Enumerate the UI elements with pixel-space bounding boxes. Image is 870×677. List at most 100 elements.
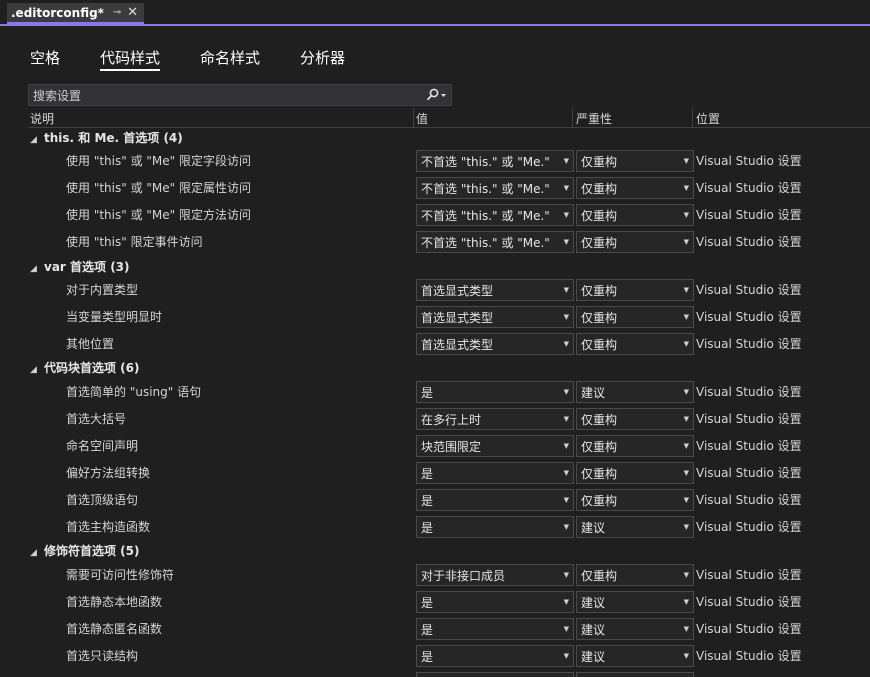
dropdown-arrow-icon: ▼ bbox=[563, 286, 569, 294]
severity-dropdown[interactable]: 建议 ▼ bbox=[576, 645, 694, 667]
severity-dropdown[interactable]: 仅重构 ▼ bbox=[576, 333, 694, 355]
tab-code-style[interactable]: 代码样式 bbox=[100, 48, 161, 71]
value-dropdown[interactable]: 首选显式类型 ▼ bbox=[416, 306, 574, 328]
value-dropdown[interactable]: 对于非接口成员 ▼ bbox=[416, 564, 574, 586]
value-dropdown[interactable]: 是 ▼ bbox=[416, 618, 574, 640]
severity-dropdown[interactable]: 仅重构 ▼ bbox=[576, 306, 694, 328]
value-dropdown[interactable]: 块范围限定 ▼ bbox=[416, 435, 574, 457]
severity-dropdown-text: 仅重构 bbox=[581, 310, 618, 325]
location-text: Visual Studio 设置 bbox=[696, 283, 802, 297]
dropdown-arrow-icon: ▼ bbox=[563, 157, 569, 165]
search-icon[interactable] bbox=[425, 88, 447, 102]
column-header-location[interactable]: 位置 bbox=[696, 110, 720, 128]
search-input[interactable]: 搜索设置 bbox=[28, 84, 452, 106]
tab-naming-style[interactable]: 命名样式 bbox=[200, 48, 260, 68]
setting-description: 首选静态本地函数 bbox=[66, 595, 163, 609]
value-dropdown-text: 是 bbox=[421, 595, 434, 610]
collapse-triangle-icon[interactable]: ◢ bbox=[30, 259, 44, 279]
column-divider[interactable] bbox=[572, 108, 573, 128]
value-dropdown[interactable]: 不首选 "this." 或 "Me." ▼ bbox=[416, 231, 574, 253]
value-dropdown-text: 是 bbox=[421, 520, 434, 535]
severity-dropdown[interactable]: 仅重构 ▼ bbox=[576, 177, 694, 199]
tab-accent-line bbox=[0, 24, 870, 26]
severity-dropdown[interactable]: 仅重构 ▼ bbox=[576, 462, 694, 484]
setting-description: 偏好方法组转换 bbox=[66, 466, 151, 480]
value-dropdown[interactable]: 是 ▼ bbox=[416, 462, 574, 484]
location-text: Visual Studio 设置 bbox=[696, 412, 802, 426]
group-header[interactable]: ◢ var 首选项 (3) bbox=[30, 257, 130, 277]
setting-description: 首选大括号 bbox=[66, 412, 127, 426]
value-dropdown[interactable]: 在多行上时 ▼ bbox=[416, 408, 574, 430]
severity-dropdown[interactable]: 仅重构 ▼ bbox=[576, 564, 694, 586]
severity-dropdown-partial[interactable] bbox=[576, 672, 694, 677]
value-dropdown-text: 不首选 "this." 或 "Me." bbox=[421, 235, 550, 250]
collapse-triangle-icon[interactable]: ◢ bbox=[30, 360, 44, 380]
dropdown-arrow-icon: ▼ bbox=[563, 340, 569, 348]
location-text: Visual Studio 设置 bbox=[696, 235, 802, 249]
severity-dropdown-text: 仅重构 bbox=[581, 283, 618, 298]
dropdown-arrow-icon: ▼ bbox=[563, 652, 569, 660]
severity-dropdown[interactable]: 仅重构 ▼ bbox=[576, 204, 694, 226]
location-text: Visual Studio 设置 bbox=[696, 595, 802, 609]
group-title: 代码块首选项 (6) bbox=[44, 361, 140, 375]
dropdown-arrow-icon: ▼ bbox=[563, 496, 569, 504]
dropdown-arrow-icon: ▼ bbox=[563, 313, 569, 321]
group-title: this. 和 Me. 首选项 (4) bbox=[44, 131, 183, 145]
value-dropdown[interactable]: 首选显式类型 ▼ bbox=[416, 279, 574, 301]
dropdown-arrow-icon: ▼ bbox=[683, 340, 689, 348]
severity-dropdown-text: 仅重构 bbox=[581, 208, 618, 223]
tab-spacing[interactable]: 空格 bbox=[30, 48, 60, 68]
dropdown-arrow-icon: ▼ bbox=[563, 598, 569, 606]
setting-description: 使用 "this" 或 "Me" 限定属性访问 bbox=[66, 181, 251, 195]
value-dropdown[interactable]: 不首选 "this." 或 "Me." ▼ bbox=[416, 204, 574, 226]
severity-dropdown[interactable]: 建议 ▼ bbox=[576, 381, 694, 403]
dropdown-arrow-icon: ▼ bbox=[683, 184, 689, 192]
severity-dropdown[interactable]: 仅重构 ▼ bbox=[576, 489, 694, 511]
severity-dropdown[interactable]: 建议 ▼ bbox=[576, 516, 694, 538]
group-header[interactable]: ◢ 修饰符首选项 (5) bbox=[30, 541, 140, 561]
value-dropdown[interactable]: 是 ▼ bbox=[416, 516, 574, 538]
value-dropdown-text: 首选显式类型 bbox=[421, 310, 494, 325]
group-title: 修饰符首选项 (5) bbox=[44, 544, 140, 558]
setting-description: 使用 "this" 或 "Me" 限定方法访问 bbox=[66, 208, 251, 222]
group-header[interactable]: ◢ this. 和 Me. 首选项 (4) bbox=[30, 128, 183, 148]
document-tab[interactable]: .editorconfig* ⊸ ✕ bbox=[7, 3, 144, 24]
setting-description: 首选顶级语句 bbox=[66, 493, 139, 507]
dropdown-arrow-icon: ▼ bbox=[563, 211, 569, 219]
close-icon[interactable]: ✕ bbox=[127, 5, 138, 20]
collapse-triangle-icon[interactable]: ◢ bbox=[30, 543, 44, 563]
dropdown-arrow-icon: ▼ bbox=[683, 523, 689, 531]
value-dropdown[interactable]: 首选显式类型 ▼ bbox=[416, 333, 574, 355]
pin-icon[interactable]: ⊸ bbox=[113, 7, 121, 18]
value-dropdown[interactable]: 不首选 "this." 或 "Me." ▼ bbox=[416, 150, 574, 172]
group-header[interactable]: ◢ 代码块首选项 (6) bbox=[30, 358, 140, 378]
value-dropdown[interactable]: 是 ▼ bbox=[416, 645, 574, 667]
severity-dropdown[interactable]: 仅重构 ▼ bbox=[576, 279, 694, 301]
setting-description: 使用 "this" 或 "Me" 限定字段访问 bbox=[66, 154, 251, 168]
severity-dropdown-text: 建议 bbox=[581, 385, 606, 400]
column-header-severity[interactable]: 严重性 bbox=[576, 110, 612, 128]
dropdown-arrow-icon: ▼ bbox=[683, 157, 689, 165]
value-dropdown[interactable]: 是 ▼ bbox=[416, 381, 574, 403]
dropdown-arrow-icon: ▼ bbox=[683, 469, 689, 477]
location-text: Visual Studio 设置 bbox=[696, 154, 802, 168]
severity-dropdown[interactable]: 仅重构 ▼ bbox=[576, 231, 694, 253]
severity-dropdown[interactable]: 仅重构 ▼ bbox=[576, 408, 694, 430]
severity-dropdown[interactable]: 仅重构 ▼ bbox=[576, 150, 694, 172]
value-dropdown[interactable]: 不首选 "this." 或 "Me." ▼ bbox=[416, 177, 574, 199]
value-dropdown[interactable]: 是 ▼ bbox=[416, 591, 574, 613]
column-header-value[interactable]: 值 bbox=[416, 110, 428, 128]
severity-dropdown[interactable]: 建议 ▼ bbox=[576, 591, 694, 613]
value-dropdown-partial[interactable] bbox=[416, 672, 574, 677]
tab-analyzers[interactable]: 分析器 bbox=[300, 48, 345, 68]
column-header-description[interactable]: 说明 bbox=[30, 110, 54, 128]
column-divider[interactable] bbox=[413, 108, 414, 128]
column-divider[interactable] bbox=[692, 108, 693, 128]
severity-dropdown[interactable]: 建议 ▼ bbox=[576, 618, 694, 640]
collapse-triangle-icon[interactable]: ◢ bbox=[30, 130, 44, 150]
location-text: Visual Studio 设置 bbox=[696, 649, 802, 663]
value-dropdown[interactable]: 是 ▼ bbox=[416, 489, 574, 511]
severity-dropdown-text: 建议 bbox=[581, 622, 606, 637]
value-dropdown-text: 不首选 "this." 或 "Me." bbox=[421, 208, 550, 223]
severity-dropdown[interactable]: 仅重构 ▼ bbox=[576, 435, 694, 457]
